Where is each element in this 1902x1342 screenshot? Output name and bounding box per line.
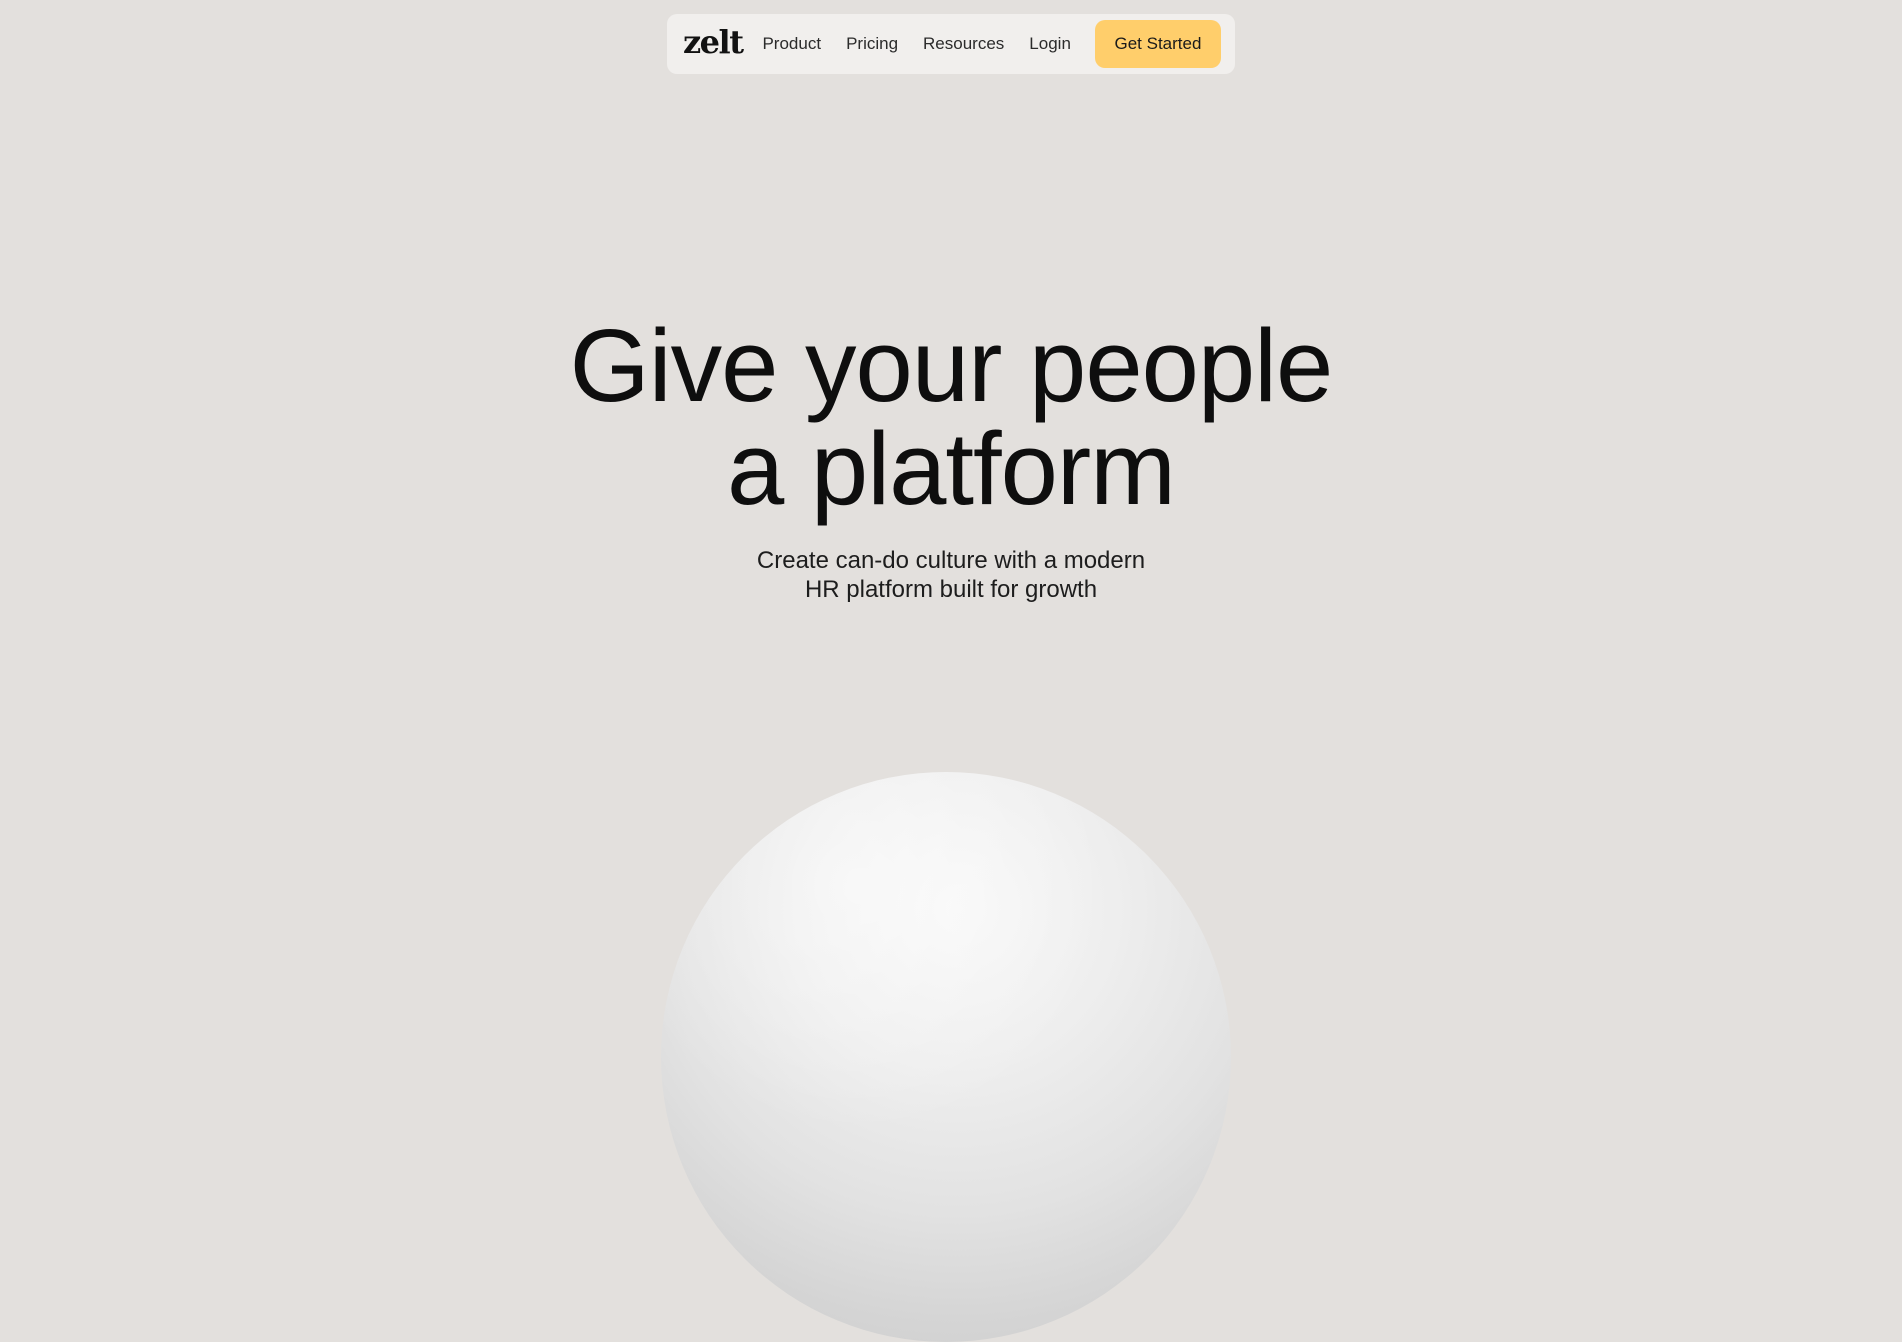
nav-link-resources[interactable]: Resources: [923, 34, 1004, 54]
hero-headline-line-1: Give your people: [569, 308, 1334, 423]
nav-link-pricing[interactable]: Pricing: [846, 34, 898, 54]
hero-subtitle-line-1: Create can-do culture with a modern: [756, 547, 1146, 574]
hero-headline-line-2: a platform: [727, 411, 1176, 526]
top-navigation: zelt Product Pricing Resources Login Get…: [667, 14, 1235, 74]
hero-headline: Give your people a platform: [0, 314, 1902, 520]
decorative-sphere-image: [661, 772, 1231, 1342]
zelt-logo[interactable]: zelt: [683, 26, 744, 58]
hero-subtitle-line-2: HR platform built for growth: [804, 576, 1098, 603]
get-started-button[interactable]: Get Started: [1094, 20, 1221, 68]
hero-section: Give your people a platform Create can-d…: [0, 314, 1902, 604]
nav-link-login[interactable]: Login: [1029, 34, 1071, 54]
hero-subtitle: Create can-do culture with a modern HR p…: [0, 546, 1902, 604]
nav-link-product[interactable]: Product: [762, 34, 821, 54]
